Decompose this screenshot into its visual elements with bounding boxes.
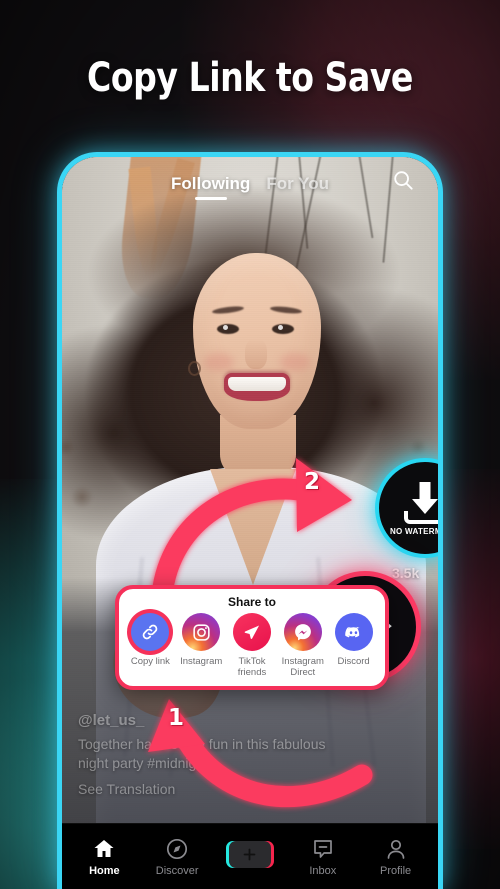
person-icon — [387, 839, 404, 859]
download-tray — [404, 511, 438, 524]
share-option-instagram-direct[interactable]: Instagram Direct — [277, 613, 328, 678]
video-caption: @let_us_ Together have some fun in this … — [78, 712, 328, 797]
person-eye — [272, 324, 294, 334]
page-title: Copy Link to Save — [87, 55, 413, 101]
person-teeth — [228, 377, 286, 391]
download-button-label: NO WATERMARK — [389, 527, 438, 536]
phone-screen: Following For You NO WATERMARK — [62, 157, 438, 889]
sidebar-item-profile[interactable]: Profile — [364, 837, 428, 877]
caption-text: Together have some fun in this fabulous … — [78, 736, 326, 771]
send-icon — [244, 625, 260, 639]
person-cheek — [204, 353, 234, 371]
share-option-copy-link[interactable]: Copy link — [125, 613, 176, 667]
link-icon[interactable] — [131, 613, 170, 651]
message-icon — [313, 839, 332, 858]
nav-label-profile: Profile — [379, 864, 412, 877]
person-smile — [224, 373, 290, 401]
step-badge-one: 1 — [167, 705, 184, 731]
home-icon — [94, 839, 114, 857]
share-option-label: Instagram Direct — [281, 656, 324, 678]
tab-following[interactable]: Following — [171, 174, 250, 200]
person-eye — [217, 324, 239, 334]
person-eye-highlight — [223, 325, 228, 330]
search-icon[interactable] — [392, 169, 414, 191]
sidebar-item-inbox[interactable]: Inbox — [291, 837, 355, 877]
nav-label-discover: Discover — [155, 864, 199, 877]
person-nose — [245, 339, 267, 369]
top-tab-bar: Following For You — [62, 165, 438, 209]
share-option-instagram[interactable]: Instagram — [176, 613, 227, 667]
person-eye-highlight — [278, 325, 283, 330]
download-button-circle[interactable]: NO WATERMARK — [375, 458, 438, 558]
download-arrow-icon — [400, 482, 438, 524]
see-translation-link[interactable]: See Translation — [78, 781, 328, 797]
phone-frame: Following For You NO WATERMARK — [57, 152, 443, 889]
share-option-label: Copy link — [130, 656, 170, 667]
person-cheek — [280, 353, 310, 371]
create-post-button[interactable] — [218, 841, 282, 872]
download-no-watermark-button[interactable]: NO WATERMARK — [375, 458, 438, 558]
nav-label-inbox: Inbox — [309, 864, 337, 877]
discord-icon[interactable] — [334, 613, 373, 651]
bottom-nav-bar: Home Discover Inbox Profile — [62, 823, 438, 889]
screenshot-stage: Copy Link to Save Following For You NO W… — [0, 0, 500, 889]
share-option-label: TikTok friends — [237, 656, 267, 678]
caption-username[interactable]: @let_us_ — [78, 712, 328, 729]
tab-for-you[interactable]: For You — [266, 174, 329, 200]
compass-icon — [167, 838, 188, 859]
like-count: 3.5k — [392, 565, 420, 581]
sidebar-item-home[interactable]: Home — [72, 837, 136, 877]
nav-label-home: Home — [89, 864, 120, 877]
step-badge-two: 2 — [303, 469, 320, 495]
person-earring — [188, 361, 201, 376]
instagram-icon[interactable] — [182, 613, 221, 651]
plus-icon[interactable] — [225, 841, 274, 868]
share-option-label: Discord — [337, 656, 370, 667]
share-sheet: Share to Copy link Instagram TikTok frie… — [115, 585, 389, 690]
messenger-icon[interactable] — [283, 613, 322, 651]
share-option-discord[interactable]: Discord — [328, 613, 379, 667]
share-sheet-heading: Share to — [227, 595, 276, 609]
share-option-label: Instagram — [180, 656, 223, 667]
share-option-tiktok-friends[interactable]: TikTok friends — [227, 613, 278, 678]
sidebar-item-discover[interactable]: Discover — [145, 837, 209, 877]
share-options-row: Copy link Instagram TikTok friends Insta… — [119, 613, 385, 678]
tiktok-send-icon[interactable] — [232, 613, 271, 651]
